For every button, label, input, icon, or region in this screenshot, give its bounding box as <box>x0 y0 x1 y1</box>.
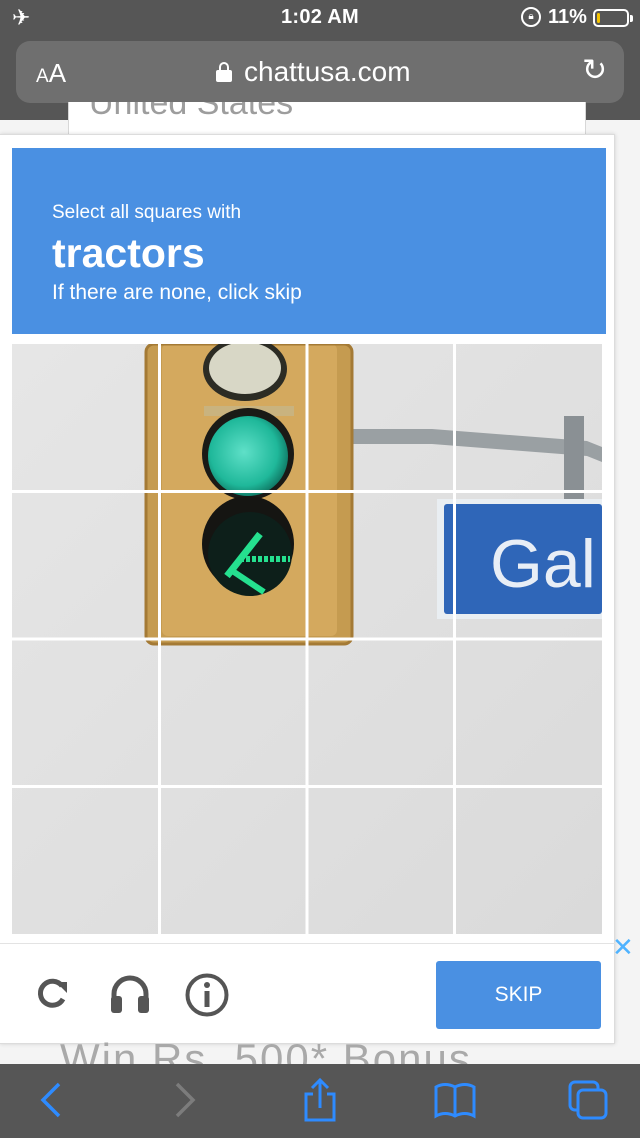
status-time: 1:02 AM <box>280 6 360 28</box>
captcha-tile[interactable] <box>12 639 160 787</box>
ad-close-icon[interactable]: ✕ <box>612 934 634 960</box>
browser-toolbar <box>0 1064 640 1138</box>
info-icon[interactable] <box>184 972 230 1023</box>
padlock-icon <box>216 62 232 82</box>
captcha-tile[interactable] <box>160 344 308 492</box>
text-size-button[interactable]: AA <box>36 58 66 89</box>
captcha-tile[interactable] <box>307 492 455 640</box>
status-bar: ✈ 1:02 AM 🔒︎ 11% <box>0 0 640 38</box>
rotation-lock-icon: 🔒︎ <box>521 7 541 27</box>
captcha-tile[interactable] <box>12 787 160 935</box>
captcha-hint: If there are none, click skip <box>52 281 302 304</box>
url-host[interactable]: chattusa.com <box>244 56 411 88</box>
captcha-tile[interactable] <box>455 344 603 492</box>
captcha-target: tractors <box>52 230 205 276</box>
captcha-tile[interactable] <box>307 344 455 492</box>
captcha-image-grid: Gal <box>12 344 602 934</box>
battery-icon <box>593 9 633 27</box>
captcha-prompt: Select all squares with tractors If ther… <box>12 148 606 334</box>
captcha-tile[interactable] <box>160 639 308 787</box>
headphones-icon[interactable] <box>108 972 152 1021</box>
captcha-tile[interactable] <box>12 344 160 492</box>
background-select-field: United States <box>68 102 586 136</box>
captcha-instruction: Select all squares with <box>52 202 242 223</box>
book-icon[interactable] <box>433 1078 477 1122</box>
captcha-tile[interactable] <box>307 787 455 935</box>
back-chevron-icon[interactable] <box>30 1078 74 1122</box>
captcha-dialog: Select all squares with tractors If ther… <box>0 134 615 1044</box>
captcha-tile[interactable] <box>455 492 603 640</box>
address-bar[interactable]: AA chattusa.com ↻ <box>16 41 624 103</box>
captcha-tile[interactable] <box>160 492 308 640</box>
battery-percent: 11% <box>548 6 587 28</box>
skip-button[interactable]: SKIP <box>436 961 601 1029</box>
captcha-tile[interactable] <box>455 639 603 787</box>
page-reload-icon[interactable]: ↻ <box>582 56 607 86</box>
captcha-tile[interactable] <box>160 787 308 935</box>
captcha-tile[interactable] <box>12 492 160 640</box>
captcha-tile[interactable] <box>307 639 455 787</box>
forward-chevron-icon[interactable] <box>162 1078 206 1122</box>
background-top-text: United States <box>89 102 294 122</box>
captcha-footer: SKIP <box>0 943 615 1043</box>
captcha-tile[interactable] <box>455 787 603 935</box>
tabs-icon[interactable] <box>566 1078 610 1122</box>
background-bottom-text: Win Rs. 500* Bonus. <box>60 1035 486 1064</box>
background-promo-banner: Win Rs. 500* Bonus. <box>0 1030 640 1064</box>
battery-fill <box>597 13 601 23</box>
share-icon[interactable] <box>298 1077 342 1122</box>
reload-icon[interactable] <box>32 973 72 1020</box>
